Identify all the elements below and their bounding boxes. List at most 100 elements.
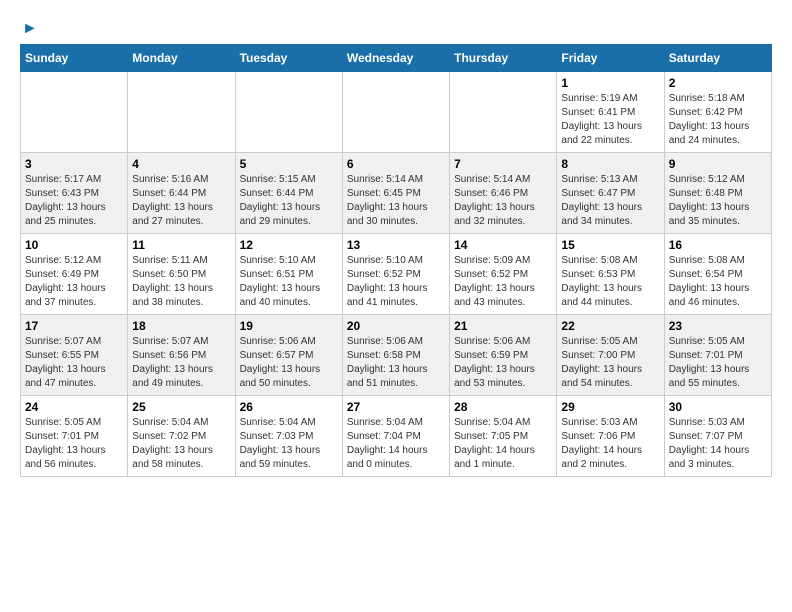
calendar-cell: 15 Sunrise: 5:08 AM Sunset: 6:53 PM Dayli… [557,234,664,315]
calendar-cell: 9 Sunrise: 5:12 AM Sunset: 6:48 PM Daylig… [664,153,771,234]
calendar-cell: 26 Sunrise: 5:04 AM Sunset: 7:03 PM Dayli… [235,396,342,477]
day-info: Sunrise: 5:08 AM Sunset: 6:54 PM Dayligh… [669,254,767,310]
calendar-cell: 30 Sunrise: 5:03 AM Sunset: 7:07 PM Dayli… [664,396,771,477]
calendar-cell: 14 Sunrise: 5:09 AM Sunset: 6:52 PM Dayli… [450,234,557,315]
calendar-cell: 8 Sunrise: 5:13 AM Sunset: 6:47 PM Daylig… [557,153,664,234]
calendar-cell: 6 Sunrise: 5:14 AM Sunset: 6:45 PM Daylig… [342,153,449,234]
day-info: Sunrise: 5:18 AM Sunset: 6:42 PM Dayligh… [669,92,767,148]
day-info: Sunrise: 5:04 AM Sunset: 7:05 PM Dayligh… [454,416,552,472]
day-number: 8 [561,157,659,171]
day-info: Sunrise: 5:12 AM Sunset: 6:49 PM Dayligh… [25,254,123,310]
day-info: Sunrise: 5:14 AM Sunset: 6:46 PM Dayligh… [454,173,552,229]
calendar-week-2: 3 Sunrise: 5:17 AM Sunset: 6:43 PM Daylig… [21,153,772,234]
day-number: 20 [347,319,445,333]
day-info: Sunrise: 5:10 AM Sunset: 6:51 PM Dayligh… [240,254,338,310]
day-info: Sunrise: 5:19 AM Sunset: 6:41 PM Dayligh… [561,92,659,148]
day-number: 16 [669,238,767,252]
day-info: Sunrise: 5:07 AM Sunset: 6:56 PM Dayligh… [132,335,230,391]
day-info: Sunrise: 5:13 AM Sunset: 6:47 PM Dayligh… [561,173,659,229]
weekday-header-tuesday: Tuesday [235,45,342,72]
day-info: Sunrise: 5:04 AM Sunset: 7:02 PM Dayligh… [132,416,230,472]
calendar-cell: 21 Sunrise: 5:06 AM Sunset: 6:59 PM Dayli… [450,315,557,396]
day-number: 28 [454,400,552,414]
day-number: 1 [561,76,659,90]
day-info: Sunrise: 5:12 AM Sunset: 6:48 PM Dayligh… [669,173,767,229]
weekday-header-wednesday: Wednesday [342,45,449,72]
calendar-cell: 3 Sunrise: 5:17 AM Sunset: 6:43 PM Daylig… [21,153,128,234]
day-info: Sunrise: 5:05 AM Sunset: 7:00 PM Dayligh… [561,335,659,391]
day-info: Sunrise: 5:03 AM Sunset: 7:06 PM Dayligh… [561,416,659,472]
day-number: 19 [240,319,338,333]
day-number: 6 [347,157,445,171]
calendar-cell: 20Sunrise: 5:06 AM Sunset: 6:58 PM Dayli… [342,315,449,396]
day-info: Sunrise: 5:08 AM Sunset: 6:53 PM Dayligh… [561,254,659,310]
day-number: 30 [669,400,767,414]
day-number: 27 [347,400,445,414]
day-number: 14 [454,238,552,252]
day-number: 29 [561,400,659,414]
day-info: Sunrise: 5:04 AM Sunset: 7:03 PM Dayligh… [240,416,338,472]
calendar-cell: 10 Sunrise: 5:12 AM Sunset: 6:49 PM Dayli… [21,234,128,315]
day-info: Sunrise: 5:04 AM Sunset: 7:04 PM Dayligh… [347,416,445,472]
day-info: Sunrise: 5:10 AM Sunset: 6:52 PM Dayligh… [347,254,445,310]
day-info: Sunrise: 5:11 AM Sunset: 6:50 PM Dayligh… [132,254,230,310]
day-info: Sunrise: 5:16 AM Sunset: 6:44 PM Dayligh… [132,173,230,229]
day-number: 23 [669,319,767,333]
calendar-cell: 28 Sunrise: 5:04 AM Sunset: 7:05 PM Dayli… [450,396,557,477]
day-number: 25 [132,400,230,414]
calendar-week-5: 24Sunrise: 5:05 AM Sunset: 7:01 PM Dayli… [21,396,772,477]
day-info: Sunrise: 5:17 AM Sunset: 6:43 PM Dayligh… [25,173,123,229]
logo-bird-icon: ► [22,20,38,38]
calendar-cell: 27 Sunrise: 5:04 AM Sunset: 7:04 PM Dayli… [342,396,449,477]
calendar-cell: 11 Sunrise: 5:11 AM Sunset: 6:50 PM Dayli… [128,234,235,315]
calendar-week-3: 10 Sunrise: 5:12 AM Sunset: 6:49 PM Dayli… [21,234,772,315]
page-header: ► [20,20,772,34]
day-info: Sunrise: 5:05 AM Sunset: 7:01 PM Dayligh… [25,416,123,472]
calendar-cell: 12 Sunrise: 5:10 AM Sunset: 6:51 PM Dayli… [235,234,342,315]
calendar-cell: 7Sunrise: 5:14 AM Sunset: 6:46 PM Daylig… [450,153,557,234]
calendar-cell: 18 Sunrise: 5:07 AM Sunset: 6:56 PM Dayli… [128,315,235,396]
day-info: Sunrise: 5:09 AM Sunset: 6:52 PM Dayligh… [454,254,552,310]
day-number: 13 [347,238,445,252]
calendar-cell [450,72,557,153]
calendar-cell: 29 Sunrise: 5:03 AM Sunset: 7:06 PM Dayli… [557,396,664,477]
calendar-cell: 19 Sunrise: 5:06 AM Sunset: 6:57 PM Dayli… [235,315,342,396]
weekday-header-friday: Friday [557,45,664,72]
day-info: Sunrise: 5:14 AM Sunset: 6:45 PM Dayligh… [347,173,445,229]
day-number: 3 [25,157,123,171]
calendar-cell [235,72,342,153]
day-number: 21 [454,319,552,333]
day-number: 9 [669,157,767,171]
calendar-cell: 13 Sunrise: 5:10 AM Sunset: 6:52 PM Dayli… [342,234,449,315]
day-number: 10 [25,238,123,252]
day-number: 22 [561,319,659,333]
day-info: Sunrise: 5:06 AM Sunset: 6:59 PM Dayligh… [454,335,552,391]
logo: ► [20,20,38,34]
weekday-header-thursday: Thursday [450,45,557,72]
calendar-cell: 16 Sunrise: 5:08 AM Sunset: 6:54 PM Dayli… [664,234,771,315]
calendar-cell: 1 Sunrise: 5:19 AM Sunset: 6:41 PM Daylig… [557,72,664,153]
day-info: Sunrise: 5:15 AM Sunset: 6:44 PM Dayligh… [240,173,338,229]
calendar-cell [128,72,235,153]
day-number: 15 [561,238,659,252]
weekday-header-saturday: Saturday [664,45,771,72]
day-number: 18 [132,319,230,333]
calendar-week-4: 17 Sunrise: 5:07 AM Sunset: 6:55 PM Dayli… [21,315,772,396]
calendar-cell: 24Sunrise: 5:05 AM Sunset: 7:01 PM Dayli… [21,396,128,477]
calendar-cell: 25 Sunrise: 5:04 AM Sunset: 7:02 PM Dayli… [128,396,235,477]
calendar-cell: 5Sunrise: 5:15 AM Sunset: 6:44 PM Daylig… [235,153,342,234]
day-number: 12 [240,238,338,252]
calendar-cell [342,72,449,153]
day-info: Sunrise: 5:07 AM Sunset: 6:55 PM Dayligh… [25,335,123,391]
day-info: Sunrise: 5:03 AM Sunset: 7:07 PM Dayligh… [669,416,767,472]
calendar-cell [21,72,128,153]
day-number: 11 [132,238,230,252]
calendar-cell: 17 Sunrise: 5:07 AM Sunset: 6:55 PM Dayli… [21,315,128,396]
day-number: 2 [669,76,767,90]
day-number: 26 [240,400,338,414]
weekday-header-monday: Monday [128,45,235,72]
calendar-cell: 4Sunrise: 5:16 AM Sunset: 6:44 PM Daylig… [128,153,235,234]
day-number: 17 [25,319,123,333]
day-info: Sunrise: 5:06 AM Sunset: 6:57 PM Dayligh… [240,335,338,391]
calendar-body: 1 Sunrise: 5:19 AM Sunset: 6:41 PM Daylig… [21,72,772,477]
